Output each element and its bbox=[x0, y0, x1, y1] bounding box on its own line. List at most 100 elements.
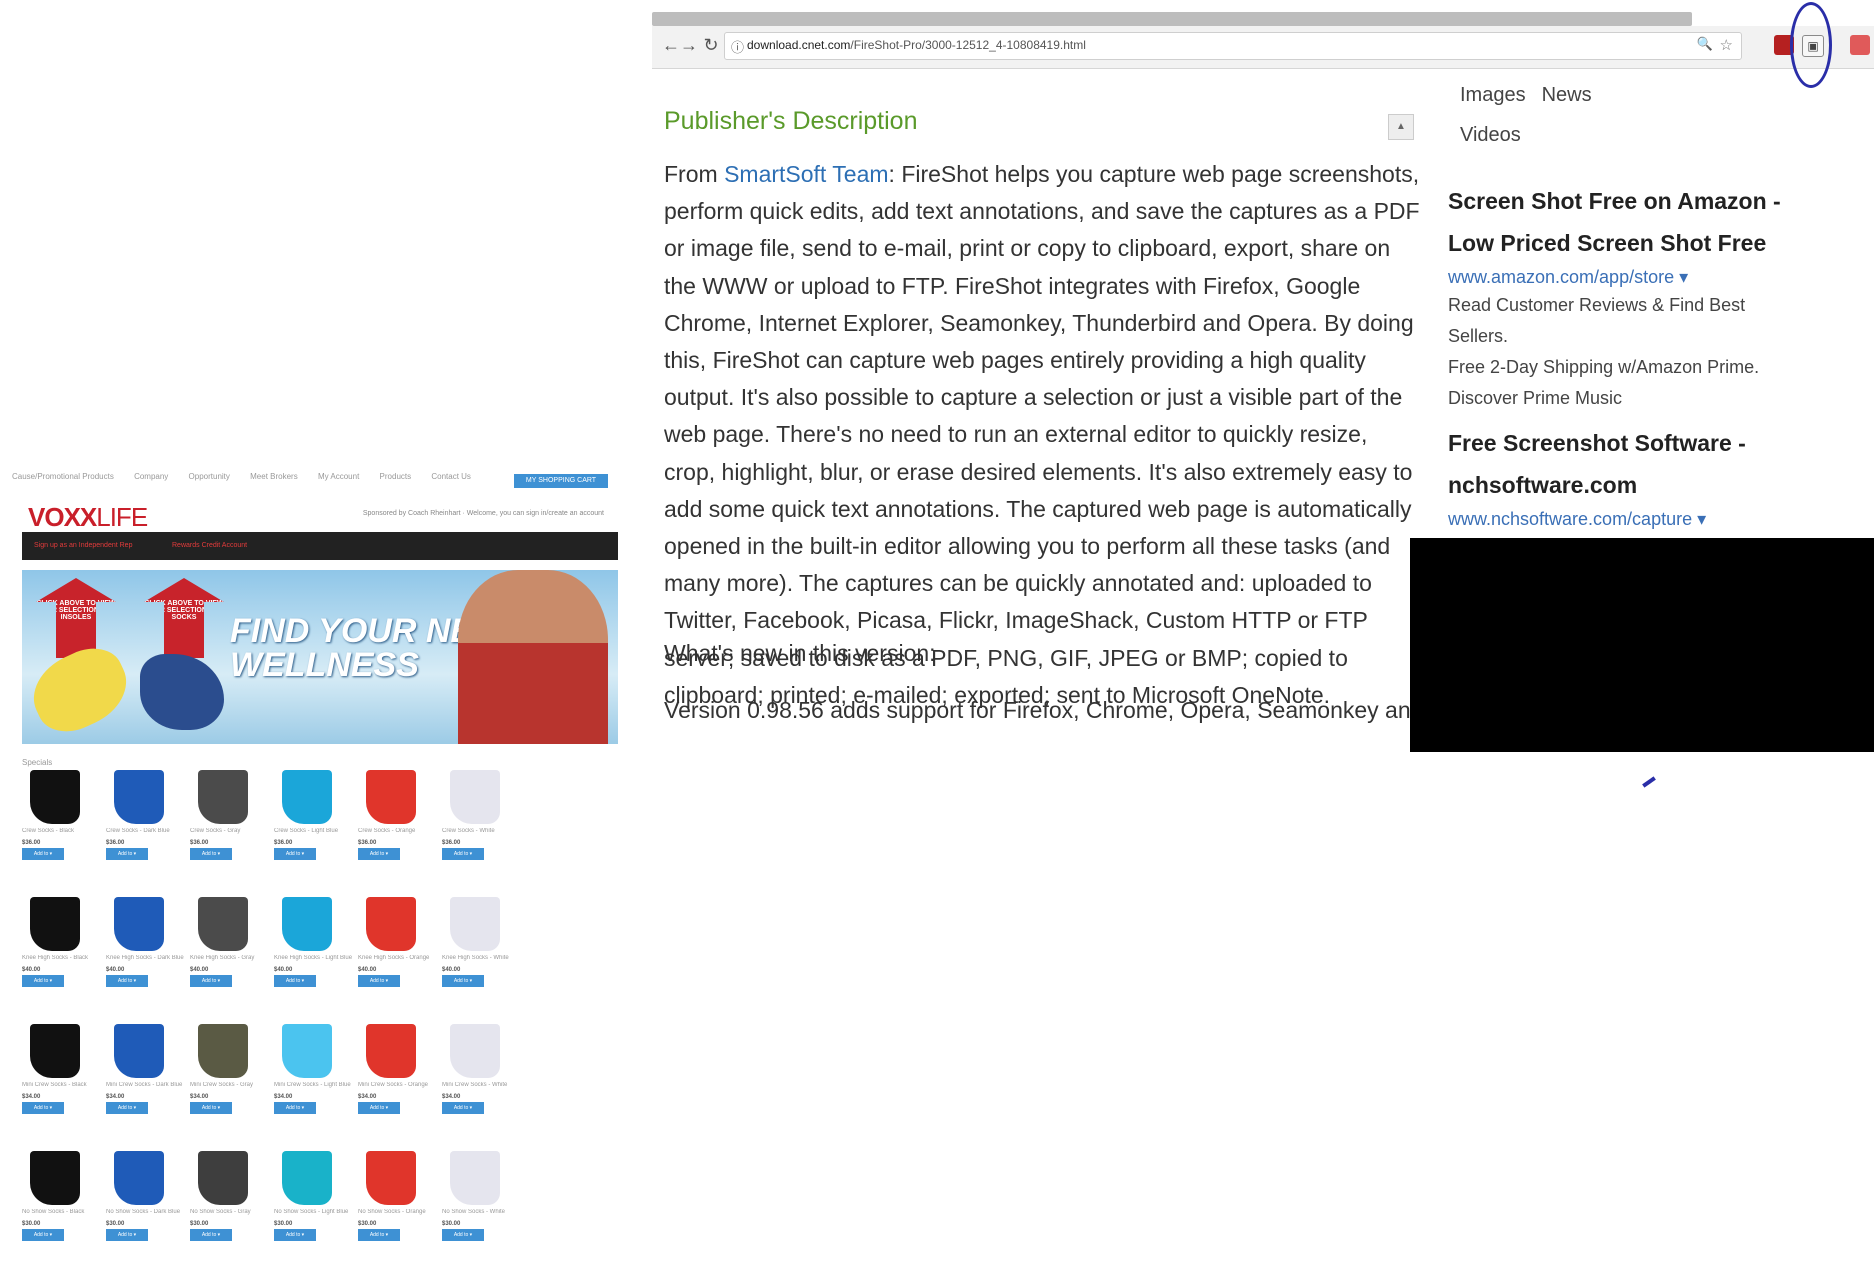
reload-icon[interactable]: ↻ bbox=[700, 34, 722, 56]
forward-arrow-icon[interactable]: → bbox=[678, 34, 700, 56]
product-card[interactable]: No Show Socks - Gray $30.00 Add to ▾ bbox=[190, 1151, 278, 1241]
product-name[interactable]: Crew Socks - Gray bbox=[190, 828, 278, 840]
product-card[interactable]: Mini Crew Socks - Black $34.00 Add to ▾ bbox=[22, 1024, 110, 1114]
product-card[interactable]: Crew Socks - Dark Blue $36.00 Add to ▾ bbox=[106, 770, 194, 860]
product-card[interactable]: Mini Crew Socks - Light Blue $34.00 Add to… bbox=[274, 1024, 362, 1114]
product-card[interactable]: No Show Socks - White $30.00 Add to ▾ bbox=[442, 1151, 530, 1241]
product-name[interactable]: No Show Socks - Dark Blue bbox=[106, 1209, 194, 1221]
add-to-cart-button[interactable]: Add to ▾ bbox=[442, 975, 484, 987]
add-to-cart-button[interactable]: Add to ▾ bbox=[274, 848, 316, 860]
wellness-banner[interactable]: CLICK ABOVE TO VIEW OUR SELECTION OF INS… bbox=[22, 570, 618, 744]
product-image[interactable] bbox=[366, 1151, 416, 1205]
add-to-cart-button[interactable]: Add to ▾ bbox=[106, 975, 148, 987]
product-image[interactable] bbox=[450, 897, 500, 951]
product-card[interactable]: Knee High Socks - Light Blue $40.00 Add to… bbox=[274, 897, 362, 987]
search-icon[interactable]: 🔍 bbox=[1697, 36, 1713, 52]
product-name[interactable]: Mini Crew Socks - White bbox=[442, 1082, 530, 1094]
add-to-cart-button[interactable]: Add to ▾ bbox=[22, 1229, 64, 1241]
product-name[interactable]: No Show Socks - Black bbox=[22, 1209, 110, 1221]
add-to-cart-button[interactable]: Add to ▾ bbox=[358, 848, 400, 860]
product-card[interactable]: Crew Socks - Gray $36.00 Add to ▾ bbox=[190, 770, 278, 860]
add-to-cart-button[interactable]: Add to ▾ bbox=[190, 1229, 232, 1241]
voxx-life-logo[interactable]: VOXXLIFE bbox=[28, 502, 148, 533]
product-image[interactable] bbox=[30, 1151, 80, 1205]
add-to-cart-button[interactable]: Add to ▾ bbox=[358, 1102, 400, 1114]
shop-nav-item[interactable]: Contact Us bbox=[431, 472, 471, 481]
product-card[interactable]: No Show Socks - Dark Blue $30.00 Add to ▾ bbox=[106, 1151, 194, 1241]
add-to-cart-button[interactable]: Add to ▾ bbox=[190, 1102, 232, 1114]
add-to-cart-button[interactable]: Add to ▾ bbox=[22, 975, 64, 987]
product-name[interactable]: Crew Socks - Black bbox=[22, 828, 110, 840]
product-name[interactable]: Mini Crew Socks - Gray bbox=[190, 1082, 278, 1094]
product-name[interactable]: Knee High Socks - Light Blue bbox=[274, 955, 362, 967]
product-image[interactable] bbox=[30, 770, 80, 824]
tab-images[interactable]: Images bbox=[1460, 84, 1526, 107]
product-name[interactable]: Knee High Socks - White bbox=[442, 955, 530, 967]
product-name[interactable]: No Show Socks - Gray bbox=[190, 1209, 278, 1221]
collapse-icon[interactable]: ▲ bbox=[1388, 114, 1414, 140]
product-image[interactable] bbox=[282, 897, 332, 951]
product-image[interactable] bbox=[366, 770, 416, 824]
product-card[interactable]: Crew Socks - Orange $36.00 Add to ▾ bbox=[358, 770, 446, 860]
product-image[interactable] bbox=[30, 897, 80, 951]
rewards-link[interactable]: Rewards Credit Account bbox=[172, 542, 247, 549]
product-card[interactable]: Mini Crew Socks - Dark Blue $34.00 Add to … bbox=[106, 1024, 194, 1114]
product-card[interactable]: No Show Socks - Black $30.00 Add to ▾ bbox=[22, 1151, 110, 1241]
add-to-cart-button[interactable]: Add to ▾ bbox=[190, 848, 232, 860]
product-name[interactable]: Knee High Socks - Gray bbox=[190, 955, 278, 967]
add-to-cart-button[interactable]: Add to ▾ bbox=[442, 1102, 484, 1114]
product-card[interactable]: Knee High Socks - White $40.00 Add to ▾ bbox=[442, 897, 530, 987]
socks-arrow[interactable]: CLICK ABOVE TO VIEW OUR SELECTION OF SOC… bbox=[144, 578, 224, 658]
shop-nav-item[interactable]: Cause/Promotional Products bbox=[12, 472, 114, 481]
product-name[interactable]: Knee High Socks - Black bbox=[22, 955, 110, 967]
product-name[interactable]: Knee High Socks - Orange bbox=[358, 955, 446, 967]
shop-nav-item[interactable]: Company bbox=[134, 472, 168, 481]
product-card[interactable]: Crew Socks - White $36.00 Add to ▾ bbox=[442, 770, 530, 860]
ad-title[interactable]: Screen Shot Free on Amazon - Low Priced … bbox=[1448, 180, 1808, 264]
product-card[interactable]: No Show Socks - Light Blue $30.00 Add to ▾ bbox=[274, 1151, 362, 1241]
product-image[interactable] bbox=[114, 1024, 164, 1078]
product-image[interactable] bbox=[198, 1024, 248, 1078]
product-name[interactable]: No Show Socks - White bbox=[442, 1209, 530, 1221]
product-image[interactable] bbox=[30, 1024, 80, 1078]
product-card[interactable]: Knee High Socks - Dark Blue $40.00 Add to … bbox=[106, 897, 194, 987]
product-image[interactable] bbox=[282, 1151, 332, 1205]
product-image[interactable] bbox=[198, 770, 248, 824]
product-card[interactable]: Mini Crew Socks - Gray $34.00 Add to ▾ bbox=[190, 1024, 278, 1114]
product-name[interactable]: No Show Socks - Light Blue bbox=[274, 1209, 362, 1221]
add-to-cart-button[interactable]: Add to ▾ bbox=[22, 1102, 64, 1114]
product-image[interactable] bbox=[114, 1151, 164, 1205]
extension-pdf-icon[interactable] bbox=[1850, 35, 1870, 55]
smartsoft-team-link[interactable]: SmartSoft Team bbox=[724, 161, 888, 187]
independent-rep-link[interactable]: Sign up as an Independent Rep bbox=[34, 542, 132, 549]
product-card[interactable]: Mini Crew Socks - White $34.00 Add to ▾ bbox=[442, 1024, 530, 1114]
add-to-cart-button[interactable]: Add to ▾ bbox=[106, 1102, 148, 1114]
add-to-cart-button[interactable]: Add to ▾ bbox=[274, 975, 316, 987]
product-name[interactable]: Mini Crew Socks - Orange bbox=[358, 1082, 446, 1094]
product-image[interactable] bbox=[114, 897, 164, 951]
product-image[interactable] bbox=[450, 770, 500, 824]
product-image[interactable] bbox=[282, 1024, 332, 1078]
add-to-cart-button[interactable]: Add to ▾ bbox=[106, 1229, 148, 1241]
shop-nav-item[interactable]: Opportunity bbox=[189, 472, 230, 481]
add-to-cart-button[interactable]: Add to ▾ bbox=[106, 848, 148, 860]
product-image[interactable] bbox=[198, 1151, 248, 1205]
product-name[interactable]: Crew Socks - Light Blue bbox=[274, 828, 362, 840]
tab-videos[interactable]: Videos bbox=[1460, 124, 1521, 147]
product-name[interactable]: Crew Socks - Dark Blue bbox=[106, 828, 194, 840]
address-bar[interactable]: ⓘ download.cnet.com/FireShot-Pro/3000-12… bbox=[724, 32, 1742, 60]
product-card[interactable]: No Show Socks - Orange $30.00 Add to ▾ bbox=[358, 1151, 446, 1241]
shop-nav-item[interactable]: Products bbox=[380, 472, 412, 481]
page-info-icon[interactable]: ⓘ bbox=[731, 37, 744, 56]
product-card[interactable]: Knee High Socks - Gray $40.00 Add to ▾ bbox=[190, 897, 278, 987]
product-name[interactable]: Knee High Socks - Dark Blue bbox=[106, 955, 194, 967]
add-to-cart-button[interactable]: Add to ▾ bbox=[358, 975, 400, 987]
shop-nav-item[interactable]: Meet Brokers bbox=[250, 472, 298, 481]
product-card[interactable]: Crew Socks - Black $36.00 Add to ▾ bbox=[22, 770, 110, 860]
product-image[interactable] bbox=[198, 897, 248, 951]
ad-url[interactable]: www.nchsoftware.com/capture ▾ bbox=[1448, 506, 1808, 532]
product-image[interactable] bbox=[450, 1151, 500, 1205]
product-card[interactable]: Knee High Socks - Black $40.00 Add to ▾ bbox=[22, 897, 110, 987]
product-image[interactable] bbox=[366, 897, 416, 951]
shopping-cart-button[interactable]: MY SHOPPING CART bbox=[514, 474, 608, 488]
